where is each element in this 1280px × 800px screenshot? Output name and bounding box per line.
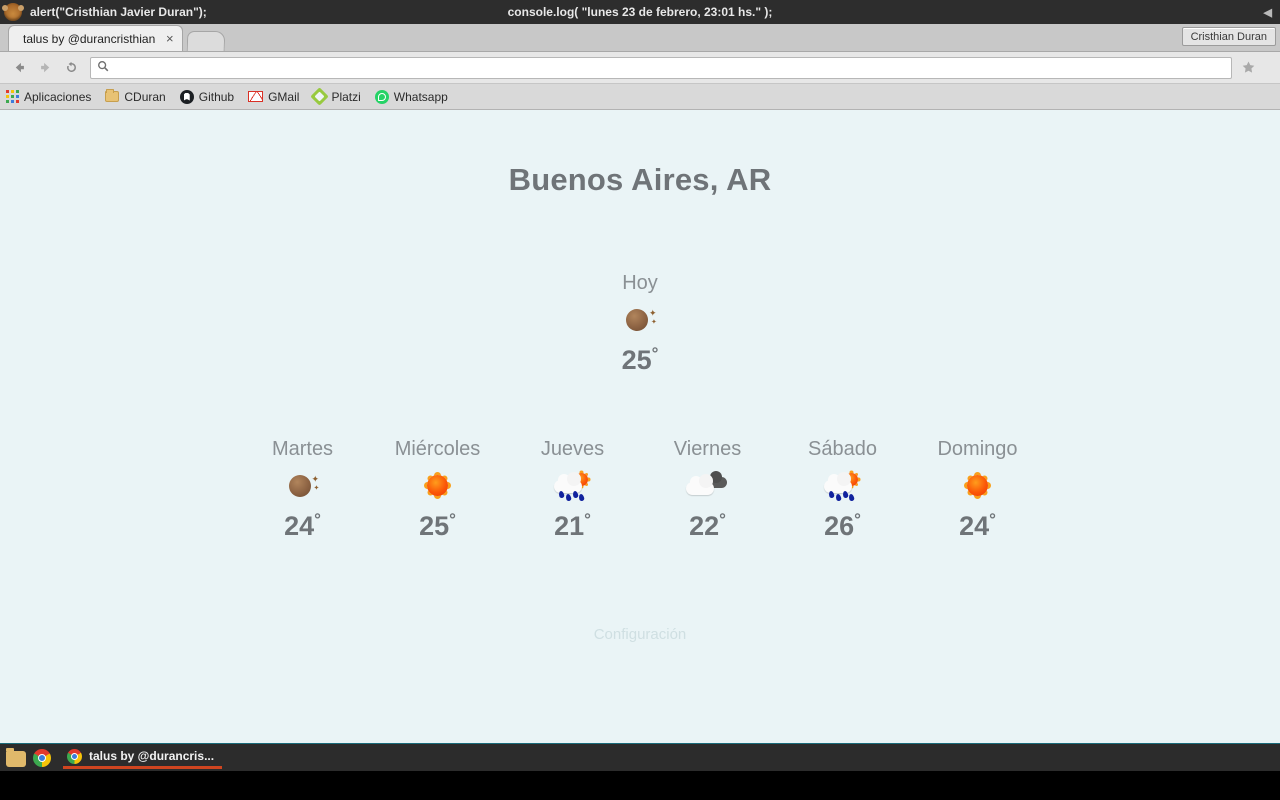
close-icon[interactable]: ×	[163, 32, 176, 45]
degree-symbol: °	[719, 510, 726, 529]
moon-stars-icon: ✦ ✦	[275, 472, 331, 500]
day-temperature: 22°	[640, 510, 775, 542]
whatsapp-icon	[374, 89, 389, 104]
bookmark-gmail[interactable]: GMail	[248, 90, 299, 104]
degree-symbol: °	[651, 344, 659, 363]
forecast-day-martes: Martes ✦ ✦ 24°	[235, 438, 370, 542]
day-temperature: 21°	[505, 510, 640, 542]
day-temperature: 24°	[235, 510, 370, 542]
folder-icon	[105, 89, 120, 102]
search-icon	[97, 60, 109, 75]
chrome-icon	[67, 748, 82, 764]
degree-symbol: °	[989, 510, 996, 529]
bookmarks-bar: Aplicaciones CDuran Github GMail Platzi …	[0, 84, 1280, 110]
day-label: Sábado	[808, 438, 877, 460]
bookmark-label: Platzi	[331, 89, 361, 104]
day-temp-value: 26	[824, 511, 855, 541]
day-label: Martes	[271, 438, 334, 460]
titlebar-collapse-icon[interactable]: ◀	[1264, 0, 1272, 24]
rain-sun-icon	[815, 472, 871, 502]
browser-toolbar	[0, 52, 1280, 84]
bookmark-github[interactable]: Github	[179, 89, 235, 104]
monkey-icon	[2, 3, 24, 21]
day-label: Miércoles	[394, 438, 481, 460]
chrome-icon[interactable]	[33, 748, 51, 767]
os-titlebar: alert("Cristhian Javier Duran"); console…	[0, 0, 1280, 24]
bookmark-label: Whatsapp	[393, 89, 448, 104]
day-temperature: 24°	[910, 510, 1045, 542]
bookmark-label: GMail	[268, 89, 300, 104]
moon-stars-icon: ✦ ✦	[612, 306, 668, 334]
today-temp-value: 25	[621, 345, 652, 375]
browser-tab[interactable]: talus by @durancristhian ×	[8, 25, 184, 51]
bookmark-platzi[interactable]: Platzi	[310, 87, 361, 106]
platzi-icon	[310, 87, 330, 106]
clouds-icon	[680, 471, 736, 500]
taskbar-active-window[interactable]: talus by @durancris...	[63, 747, 223, 769]
github-icon	[179, 89, 194, 104]
weekly-forecast: Martes ✦ ✦ 24° Miércoles 25° Jueves 21° …	[0, 438, 1280, 542]
day-temp-value: 24	[959, 511, 990, 541]
degree-symbol: °	[449, 510, 456, 529]
today-label: Hoy	[622, 272, 658, 294]
settings-link[interactable]: Configuración	[0, 626, 1280, 643]
day-temperature: 25°	[370, 510, 505, 542]
page-title: Buenos Aires, AR	[508, 162, 772, 197]
tab-title: talus by @durancristhian	[23, 31, 156, 46]
rain-sun-icon	[545, 472, 601, 502]
taskbar-window-title: talus by @durancris...	[89, 749, 215, 763]
back-icon[interactable]	[6, 55, 32, 81]
forecast-day-viernes: Viernes 22°	[640, 438, 775, 542]
degree-symbol: °	[854, 510, 861, 529]
bookmark-label: Github	[198, 89, 235, 104]
day-temp-value: 25	[419, 511, 450, 541]
bookmark-whatsapp[interactable]: Whatsapp	[374, 89, 448, 104]
browser-tab-strip: talus by @durancristhian × Cristhian Dur…	[0, 24, 1280, 52]
bookmark-label: Aplicaciones	[24, 89, 92, 104]
new-tab-button[interactable]	[186, 31, 226, 51]
today-temperature: 25°	[0, 344, 1280, 376]
day-temp-value: 21	[554, 511, 585, 541]
address-bar[interactable]	[90, 56, 1232, 79]
page-viewport: Buenos Aires, AR Hoy ✦ ✦ 25° Martes ✦ ✦ 24…	[0, 110, 1280, 743]
sun-icon	[410, 472, 466, 500]
user-profile-badge[interactable]: Cristhian Duran	[1181, 27, 1276, 46]
forward-icon[interactable]	[32, 55, 58, 81]
forecast-day-miercoles: Miércoles 25°	[370, 438, 505, 542]
weather-app: Buenos Aires, AR Hoy ✦ ✦ 25° Martes ✦ ✦ 24…	[0, 110, 1280, 643]
today-forecast-card: Hoy ✦ ✦ 25°	[0, 272, 1280, 376]
titlebar-left-text: alert("Cristhian Javier Duran");	[30, 5, 207, 19]
os-taskbar: talus by @durancris...	[0, 743, 1280, 771]
bookmark-star-icon[interactable]	[1236, 56, 1260, 80]
forecast-day-domingo: Domingo 24°	[910, 438, 1045, 542]
forecast-day-jueves: Jueves 21°	[505, 438, 640, 542]
sun-icon	[950, 472, 1006, 500]
bookmark-cduran[interactable]: CDuran	[105, 89, 166, 104]
day-temp-value: 24	[284, 511, 315, 541]
bookmark-aplicaciones[interactable]: Aplicaciones	[6, 90, 91, 104]
day-label: Domingo	[937, 438, 1018, 460]
day-temp-value: 22	[689, 511, 720, 541]
bookmark-label: CDuran	[124, 89, 166, 104]
degree-symbol: °	[584, 510, 591, 529]
folder-icon[interactable]	[6, 747, 26, 767]
gmail-icon	[248, 91, 264, 102]
forecast-day-sabado: Sábado 26°	[775, 438, 910, 542]
day-temperature: 26°	[775, 510, 910, 542]
apps-grid-icon	[6, 90, 19, 103]
day-label: Jueves	[540, 438, 605, 460]
day-label: Viernes	[673, 438, 742, 460]
degree-symbol: °	[314, 510, 321, 529]
reload-icon[interactable]	[58, 55, 84, 81]
